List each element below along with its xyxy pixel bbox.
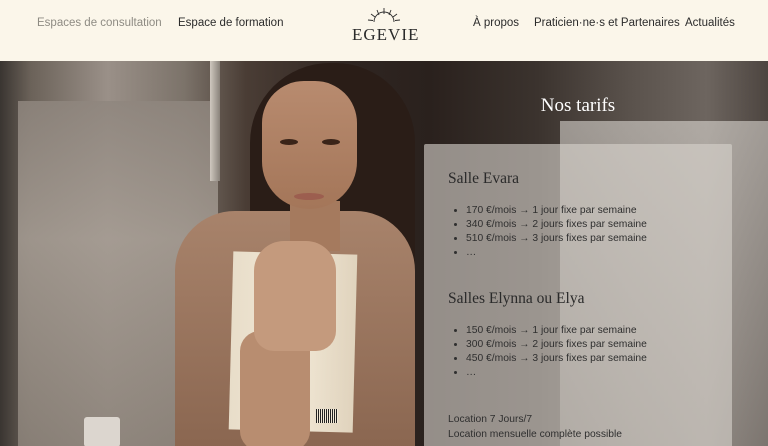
pricing-card: Salle Evara 170 €/mois → 1 jour fixe par… (424, 144, 732, 446)
footer-line-location-mensuelle: Location mensuelle complète possible (448, 429, 623, 440)
price-item: 150 €/mois → 1 jour fixe par semaine (466, 324, 647, 338)
photo-hand (254, 241, 336, 351)
photo-face (262, 81, 357, 209)
price-item: 170 €/mois → 1 jour fixe par semaine (466, 204, 647, 218)
section-heading-evara: Salle Evara (448, 170, 520, 187)
price-item: 340 €/mois → 2 jours fixes par semaine (466, 218, 647, 232)
site-logo[interactable]: EGEVIE (352, 6, 420, 46)
logo-text: EGEVIE (352, 25, 420, 44)
price-item: 450 €/mois → 3 jours fixes par semaine (466, 352, 647, 366)
tarifs-title: Nos tarifs (540, 95, 616, 116)
price-item: 300 €/mois → 2 jours fixes par semaine (466, 338, 647, 352)
wall-socket (84, 417, 120, 446)
nav-actualites[interactable]: Actualités (685, 17, 735, 29)
footer-line-location-7-jours: Location 7 Jours/7 (448, 414, 533, 425)
sun-rays-logo-icon (367, 8, 401, 23)
background-pipe (210, 61, 220, 181)
book-barcode (316, 409, 338, 423)
top-navigation: Espaces de consultation Espace de format… (0, 0, 768, 61)
price-item: … (466, 246, 647, 260)
section-heading-elynna-elya: Salles Elynna ou Elya (448, 290, 585, 307)
photo-eye-right (322, 139, 340, 145)
photo-lips (294, 193, 324, 200)
price-list-elynna-elya: 150 €/mois → 1 jour fixe par semaine 300… (448, 324, 647, 380)
price-list-evara: 170 €/mois → 1 jour fixe par semaine 340… (448, 204, 647, 260)
nav-espace-formation[interactable]: Espace de formation (178, 17, 283, 29)
nav-a-propos[interactable]: À propos (473, 17, 519, 29)
nav-praticiens-partenaires[interactable]: Praticien·ne·s et Partenaires (534, 17, 680, 29)
price-item: … (466, 366, 647, 380)
price-item: 510 €/mois → 3 jours fixes par semaine (466, 232, 647, 246)
nav-espaces-consultation[interactable]: Espaces de consultation (37, 17, 162, 29)
photo-eye-left (280, 139, 298, 145)
hero-section: Nos tarifs Salle Evara 170 €/mois → 1 jo… (0, 61, 768, 446)
